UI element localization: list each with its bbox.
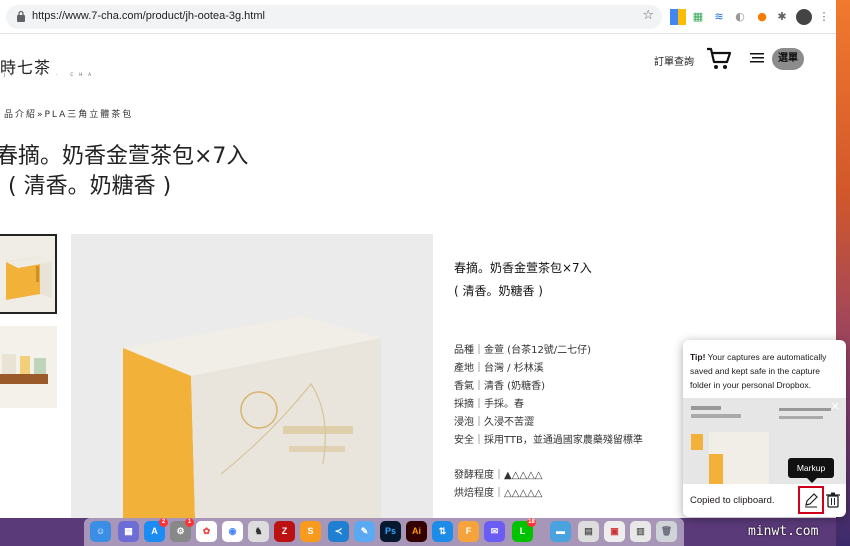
breadcrumb[interactable]: 品介紹»PLA三角立體茶包 <box>4 107 133 120</box>
markup-button[interactable] <box>798 486 824 514</box>
dropbox-tip-body: Your captures are automatically saved an… <box>690 352 827 390</box>
capture-status: Copied to clipboard. <box>690 495 775 506</box>
spec-roast: 烘焙程度｜△△△△△ <box>454 488 543 499</box>
screenshots-stack-icon[interactable]: ▥ <box>630 521 651 542</box>
messenger-icon[interactable]: ✉ <box>484 521 505 542</box>
product-main-photo[interactable] <box>71 234 433 518</box>
page-title-line2: ( 清香。奶糖香 ) <box>8 174 172 199</box>
system-preferences-icon[interactable]: ⚙ 1 <box>170 518 194 542</box>
finder-icon[interactable]: ☺ <box>90 521 111 542</box>
menu-button[interactable]: 選單 <box>772 48 804 70</box>
transmit-icon[interactable]: ⇅ <box>432 521 453 542</box>
trash-bin-icon[interactable]: 🗑 <box>656 521 677 542</box>
folder-icon[interactable]: ▬ <box>550 521 571 542</box>
photos-icon[interactable]: ✿ <box>196 521 217 542</box>
vscode-icon[interactable]: ≺ <box>328 521 349 542</box>
dropbox-tip-label: Tip! <box>690 352 706 362</box>
pencil-icon <box>805 493 818 508</box>
description-title-line1: 春摘。奶香金萱茶包×7入 <box>454 261 592 275</box>
extension-wave-icon[interactable]: ≋ <box>711 9 727 25</box>
filezilla-icon[interactable]: Z <box>274 521 295 542</box>
extension-pumpkin-icon[interactable]: ● <box>754 9 770 25</box>
extension-google-icon[interactable] <box>670 9 686 25</box>
product-thumbnail-1[interactable] <box>0 234 57 314</box>
settings-badge: 1 <box>185 518 194 527</box>
description-title-line2: ( 清香。奶糖香 ) <box>454 284 543 298</box>
extensions-puzzle-icon[interactable]: ✱ <box>774 9 790 25</box>
dropbox-tip-text: Tip! Your captures are automatically sav… <box>690 350 842 392</box>
browser-menu-icon[interactable]: ⋮ <box>816 9 832 25</box>
bookmark-star-icon[interactable]: ☆ <box>642 8 654 23</box>
illustrator-icon[interactable]: Ai <box>406 521 427 542</box>
page-title-line1: 春摘。奶香金萱茶包×7入 <box>0 144 249 169</box>
chrome-icon[interactable]: ◉ <box>222 521 243 542</box>
preview-stack-icon[interactable]: ▣ <box>604 521 625 542</box>
photoshop-icon[interactable]: Ps <box>380 521 401 542</box>
extension-moon-icon[interactable]: ◐ <box>732 9 748 25</box>
cart-icon[interactable] <box>706 47 732 71</box>
tea-set-thumbnail-image <box>0 326 57 408</box>
document-icon[interactable]: ▤ <box>578 521 599 542</box>
launchpad-icon[interactable]: ▦ <box>118 521 139 542</box>
extension-grid-icon[interactable]: ▦ <box>690 9 706 25</box>
close-icon[interactable]: ✕ <box>831 400 840 413</box>
site-logo-subtitle: JI · T · CHA <box>4 72 97 77</box>
order-inquiry-link[interactable]: 訂單查詢 <box>654 53 694 68</box>
notes-app-icon[interactable]: ✎ <box>354 521 375 542</box>
forklift-icon[interactable]: F <box>458 521 479 542</box>
tea-box-thumbnail-image <box>0 236 55 312</box>
evernote-icon[interactable]: ♞ <box>248 521 269 542</box>
hamburger-icon[interactable] <box>750 52 766 64</box>
markup-tooltip: Markup <box>788 458 834 483</box>
line-icon[interactable]: L 18 <box>512 518 536 542</box>
lock-icon <box>17 10 25 22</box>
browser-toolbar: https://www.7-cha.com/product/jh-ootea-3… <box>0 0 836 34</box>
profile-avatar[interactable] <box>796 9 812 25</box>
product-thumbnail-2[interactable] <box>0 326 57 408</box>
trash-icon[interactable] <box>826 492 840 508</box>
tea-box-photo-image <box>71 234 433 518</box>
sublime-text-icon[interactable]: S <box>300 521 321 542</box>
app-store-badge: 2 <box>159 518 168 527</box>
spec-fermentation: 發酵程度｜▲△△△△ <box>454 470 543 481</box>
url-text: https://www.7-cha.com/product/jh-ootea-3… <box>32 10 265 22</box>
spec-steeping: 浸泡｜久浸不苦澀 <box>454 417 534 428</box>
spec-variety: 品種｜金萱 (台茶12號/二七仔) <box>454 345 592 356</box>
spec-harvest: 採摘｜手採。春 <box>454 399 524 410</box>
spec-aroma: 香氣｜清香 (奶糖香) <box>454 381 545 392</box>
spec-safety: 安全｜採用TTB，並通過國家農藥殘留標準 <box>454 435 643 446</box>
watermark-text: minwt.com <box>748 524 819 539</box>
address-bar[interactable]: https://www.7-cha.com/product/jh-ootea-3… <box>6 5 662 29</box>
spec-origin: 產地｜台灣 / 杉林溪 <box>454 363 544 374</box>
line-badge: 18 <box>527 518 536 527</box>
app-store-icon[interactable]: A2 <box>144 518 168 542</box>
